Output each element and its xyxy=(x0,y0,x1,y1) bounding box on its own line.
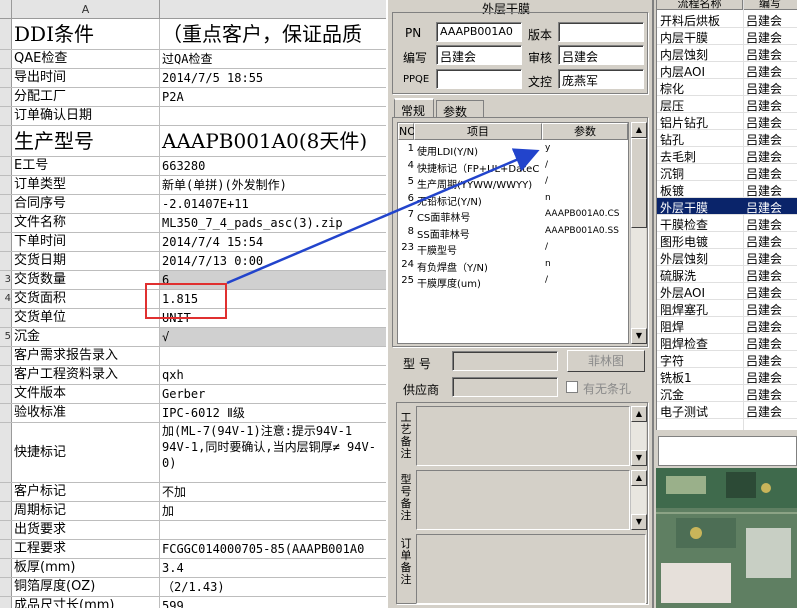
annotation-arrow-icon xyxy=(226,148,540,285)
